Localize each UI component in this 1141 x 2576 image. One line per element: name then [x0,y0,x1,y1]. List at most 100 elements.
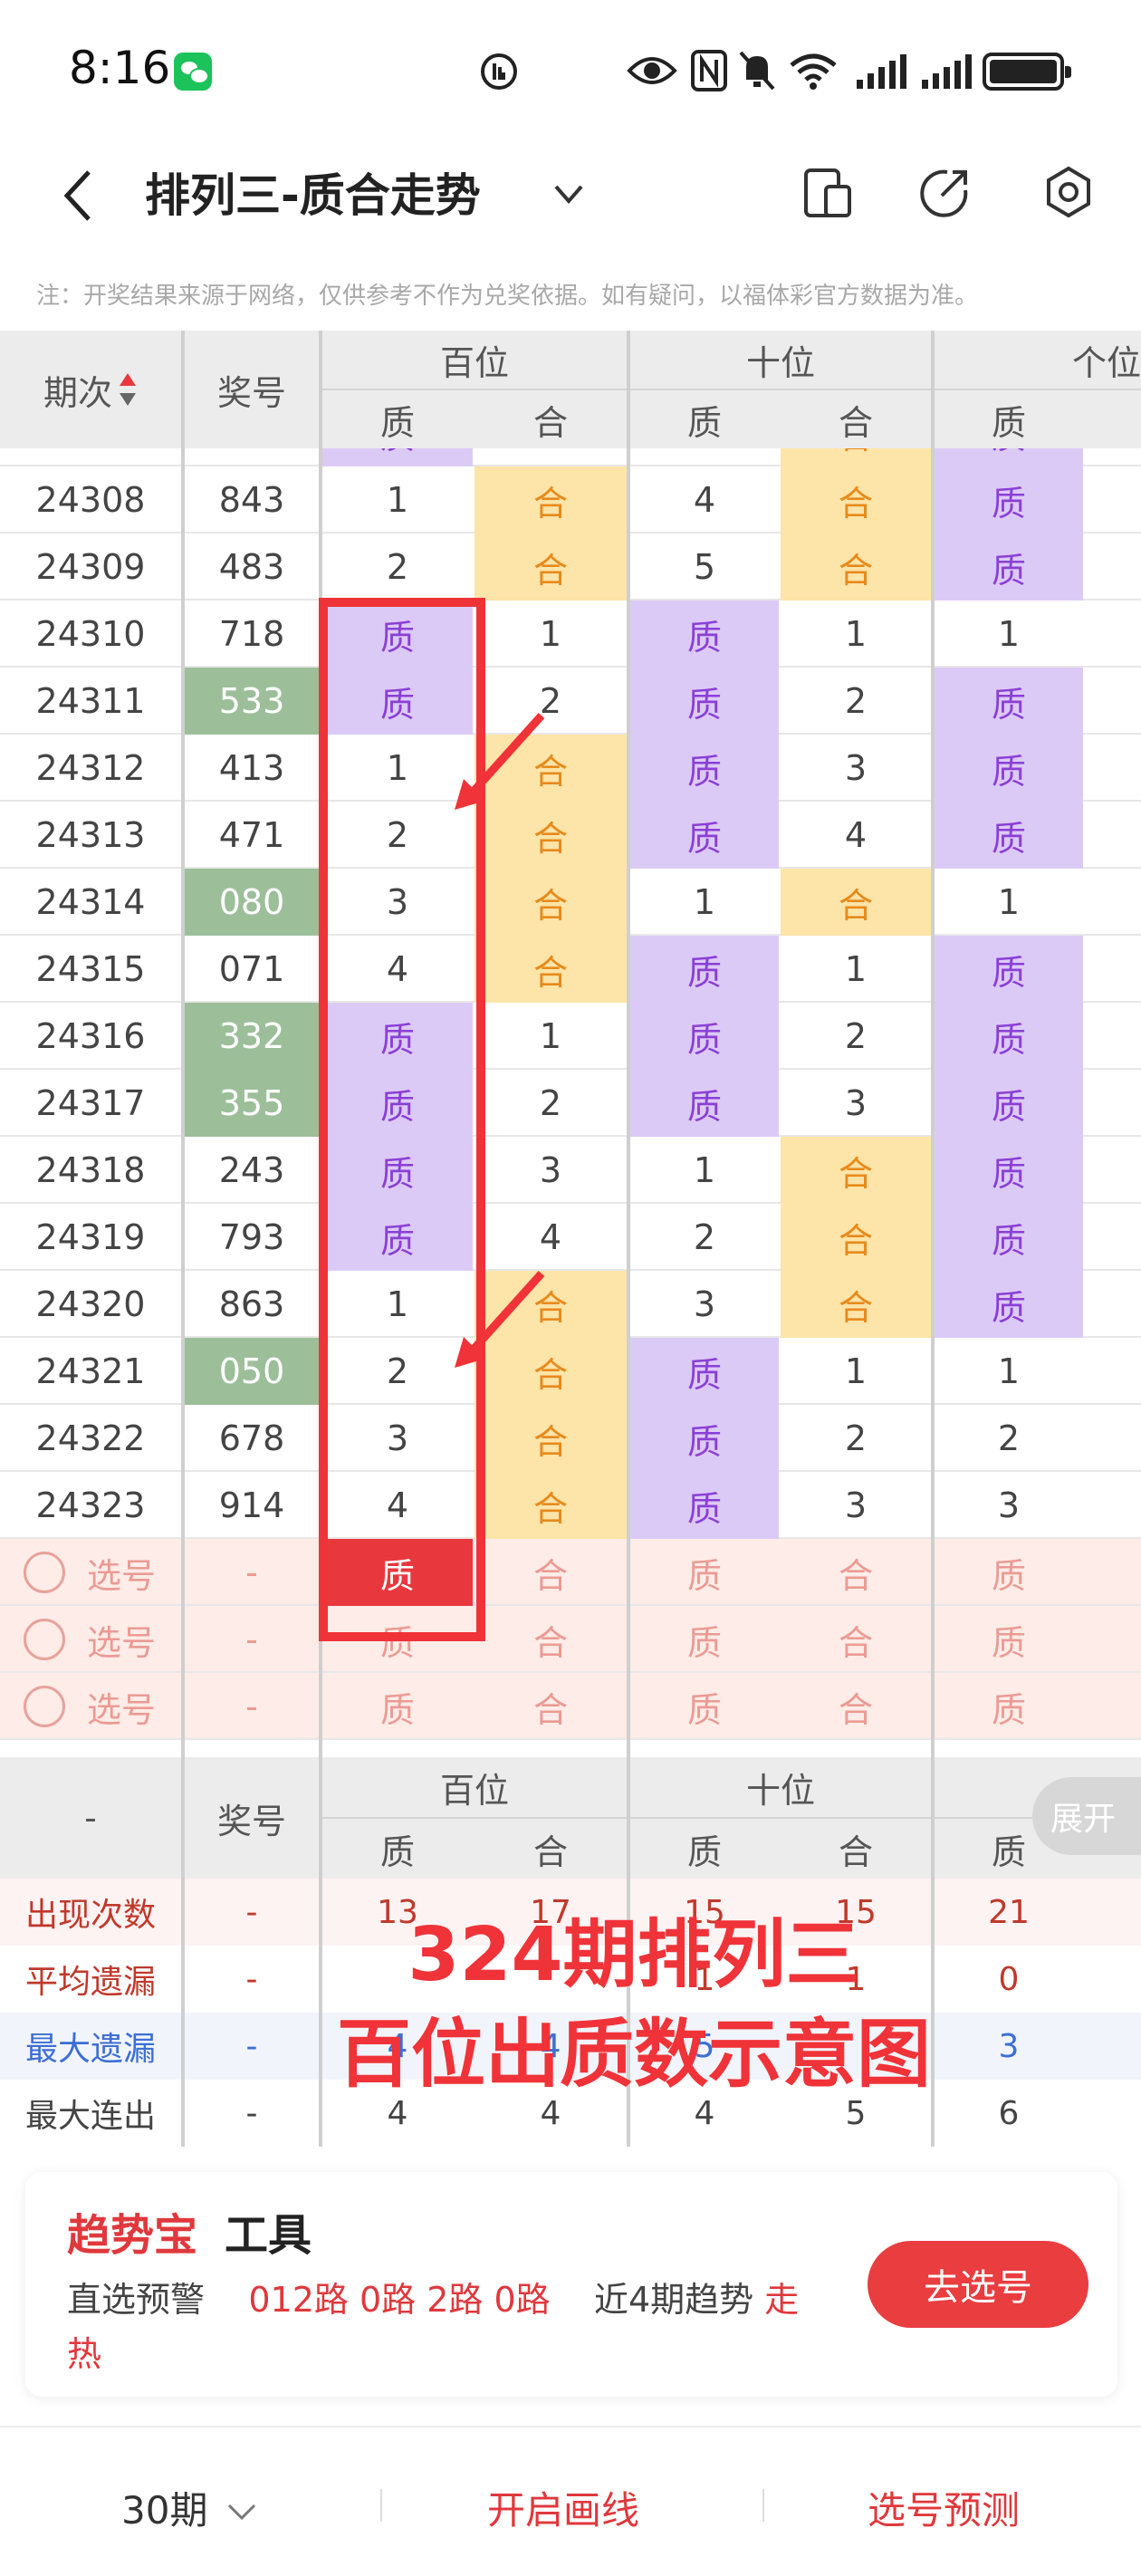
period-cell: 24321 [35,1351,146,1391]
predict-button[interactable]: 选号预测 [868,2480,1020,2535]
pick-option-zhi[interactable]: 质 [935,1606,1083,1673]
h-cell: 2 [386,547,409,587]
pick-option-zhi[interactable]: 质 [322,1673,473,1740]
number-cell: 843 [218,480,285,520]
header-period-label: 期次 [43,372,112,413]
t-cell: 合 [781,869,931,936]
pick-label[interactable]: 选号 [76,1606,167,1673]
eye-icon [627,57,677,84]
h-cell: 合 [475,533,627,601]
pick-option-he[interactable]: 合 [781,1539,931,1606]
number-cell: 332 [185,1003,319,1070]
h-cell: 合 [475,466,627,533]
period-selector[interactable]: 30期 [121,2480,258,2535]
period-selector-label: 30期 [121,2488,208,2533]
t-cell: 4 [693,480,716,520]
t-cell: 2 [693,1217,716,1257]
table-row: 24315 071 4 合质 1 质 [0,936,1141,1003]
number-cell: 718 [218,614,285,654]
number-cell: 793 [218,1217,285,1257]
pick-radio[interactable] [24,1619,65,1660]
t-cell: 质 [630,1070,779,1137]
h-cell: 合 [475,936,627,1003]
period-cell: 24313 [35,815,146,855]
header-t-he: 合 [838,402,873,443]
table-row: 24319 793 质 4 2 合质 [0,1204,1141,1271]
pick-option-zhi[interactable]: 质 [935,1673,1083,1740]
sort-icon[interactable] [118,371,138,408]
pick-dash: - [245,1552,258,1592]
number-cell: 914 [218,1485,285,1525]
pick-option-he[interactable]: 合 [781,1606,931,1673]
u-cell: 质 [935,1003,1083,1070]
settings-icon[interactable] [1040,163,1098,221]
number-cell: 355 [185,1070,319,1137]
period-cell: 24308 [35,480,146,520]
t-cell: 合 [781,466,931,533]
period-cell: 24320 [35,1284,146,1324]
u-cell: 1 [997,1351,1021,1391]
pick-option-he[interactable]: 合 [475,1606,627,1673]
trend-tool-card: 趋势宝 工具 直选预警 012路 0路 2路 0路 近4期趋势 走 热 去选号 [25,2172,1117,2397]
pick-option-zhi[interactable]: 质 [630,1673,779,1740]
t-cell: 2 [844,681,868,721]
stats-h-he: 合 [532,1831,568,1872]
period-cell: 24319 [35,1217,146,1257]
header-period[interactable]: 期次 [0,331,181,448]
t-cell: 合 [781,1137,931,1204]
t-cell: 质 [630,1472,779,1539]
back-arrow-icon[interactable] [60,168,96,223]
u-cell: 质 [935,802,1083,869]
h-cell: 1 [386,480,409,520]
table-row: 24311 533 质 2 质 2 质 [0,668,1141,735]
pick-option-he[interactable]: 合 [781,1673,931,1740]
pick-option-zhi[interactable]: 质 [935,1539,1083,1606]
device-switch-icon[interactable] [799,163,857,221]
table-row: 24322 678 3 合质 2 2 [0,1405,1141,1472]
t-cell: 合 [781,1204,931,1271]
signal-icon [857,54,906,89]
tool-title: 趋势宝 [67,2210,198,2261]
t-cell: 质 [630,735,779,802]
header-t-zhi: 质 [686,402,722,443]
trend-value-b: 热 [67,2334,102,2374]
t-cell: 1 [693,882,716,922]
u-cell: 质 [935,1070,1083,1137]
stats-row-label: 出现次数 [24,1897,156,1934]
chevron-down-icon[interactable] [552,178,585,210]
h-cell: 合 [475,1405,627,1472]
period-cell: 24323 [35,1485,146,1525]
pick-label[interactable]: 选号 [76,1539,167,1606]
pick-radio[interactable] [24,1552,65,1593]
header-h-zhi: 质 [379,402,415,443]
period-cell: 24316 [35,1016,146,1056]
table-row: 24310 718 质 1 质 1 1 [0,601,1141,668]
h-cell: 合 [475,869,627,936]
t-cell: 质 [630,1003,779,1070]
pick-label[interactable]: 选号 [76,1673,167,1740]
pick-option-zhi[interactable]: 质 [630,1606,779,1673]
period-cell: 24312 [35,748,146,788]
number-cell: 483 [218,547,285,587]
table-row: 24316 332 质 1 质 2 质 [0,1003,1141,1070]
bottom-bar: 30期 开启画线 选号预测 [0,2426,1141,2576]
annotation-title-1: 324期排列三 [408,1912,860,1998]
page-title[interactable]: 排列三-质合走势 [145,159,481,225]
share-icon[interactable] [916,163,974,221]
pick-option-he[interactable]: 合 [475,1673,627,1740]
draw-line-button[interactable]: 开启画线 [487,2480,639,2535]
period-cell: 24318 [35,1150,146,1190]
stats-header-hundreds: 百位 [439,1770,509,1811]
number-cell: 071 [218,949,285,989]
title-bar: 排列三-质合走势 [0,136,1141,249]
pick-option-zhi[interactable]: 质 [630,1539,779,1606]
pick-row: 选号 - 质合质合质 [0,1539,1141,1606]
expand-button[interactable]: 展开 [1032,1777,1141,1855]
pick-option-he[interactable]: 合 [475,1539,627,1606]
u-cell: 3 [997,1485,1021,1525]
pick-radio[interactable] [24,1686,65,1727]
table-row: 24320 863 1 合 3 合质 [0,1271,1141,1338]
go-select-button[interactable]: 去选号 [868,2241,1088,2328]
stats-header: - 奖号 百位 十位 质 合 质 合 质 [0,1757,1141,1879]
table-row: 24321 050 2 合质 1 1 [0,1338,1141,1405]
